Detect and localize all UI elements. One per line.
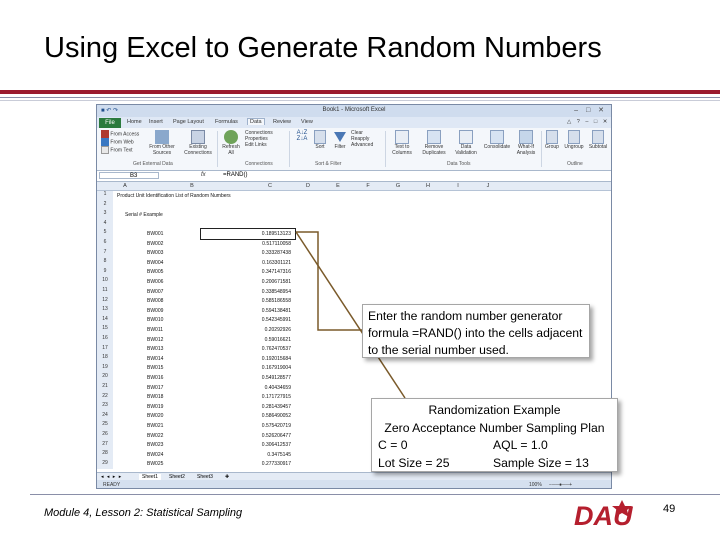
randomization-example-callout: Randomization Example Zero Acceptance Nu… (371, 398, 618, 472)
dau-logo: DAU (574, 500, 634, 530)
example-subtitle: Zero Acceptance Number Sampling Plan (384, 420, 605, 435)
formula-callout: Enter the random number generator formul… (362, 304, 590, 358)
dau-logo-text: DAU (574, 501, 634, 530)
example-row-lot-sample: Lot Size = 25 Sample Size = 13 (376, 455, 613, 473)
example-title: Randomization Example (428, 403, 561, 417)
sample-size-label: Sample Size = 13 (493, 455, 589, 470)
example-row-c-aql: C = 0 AQL = 1.0 (376, 437, 613, 455)
aql-label: AQL = 1.0 (493, 438, 548, 452)
page-number: 49 (663, 503, 676, 515)
lot-size-label: Lot Size = 25 (378, 455, 450, 470)
footer-module: Module 4, Lesson 2: Statistical Sampling (44, 507, 243, 519)
footer-divider (30, 494, 720, 495)
c-label: C = 0 (378, 438, 408, 452)
